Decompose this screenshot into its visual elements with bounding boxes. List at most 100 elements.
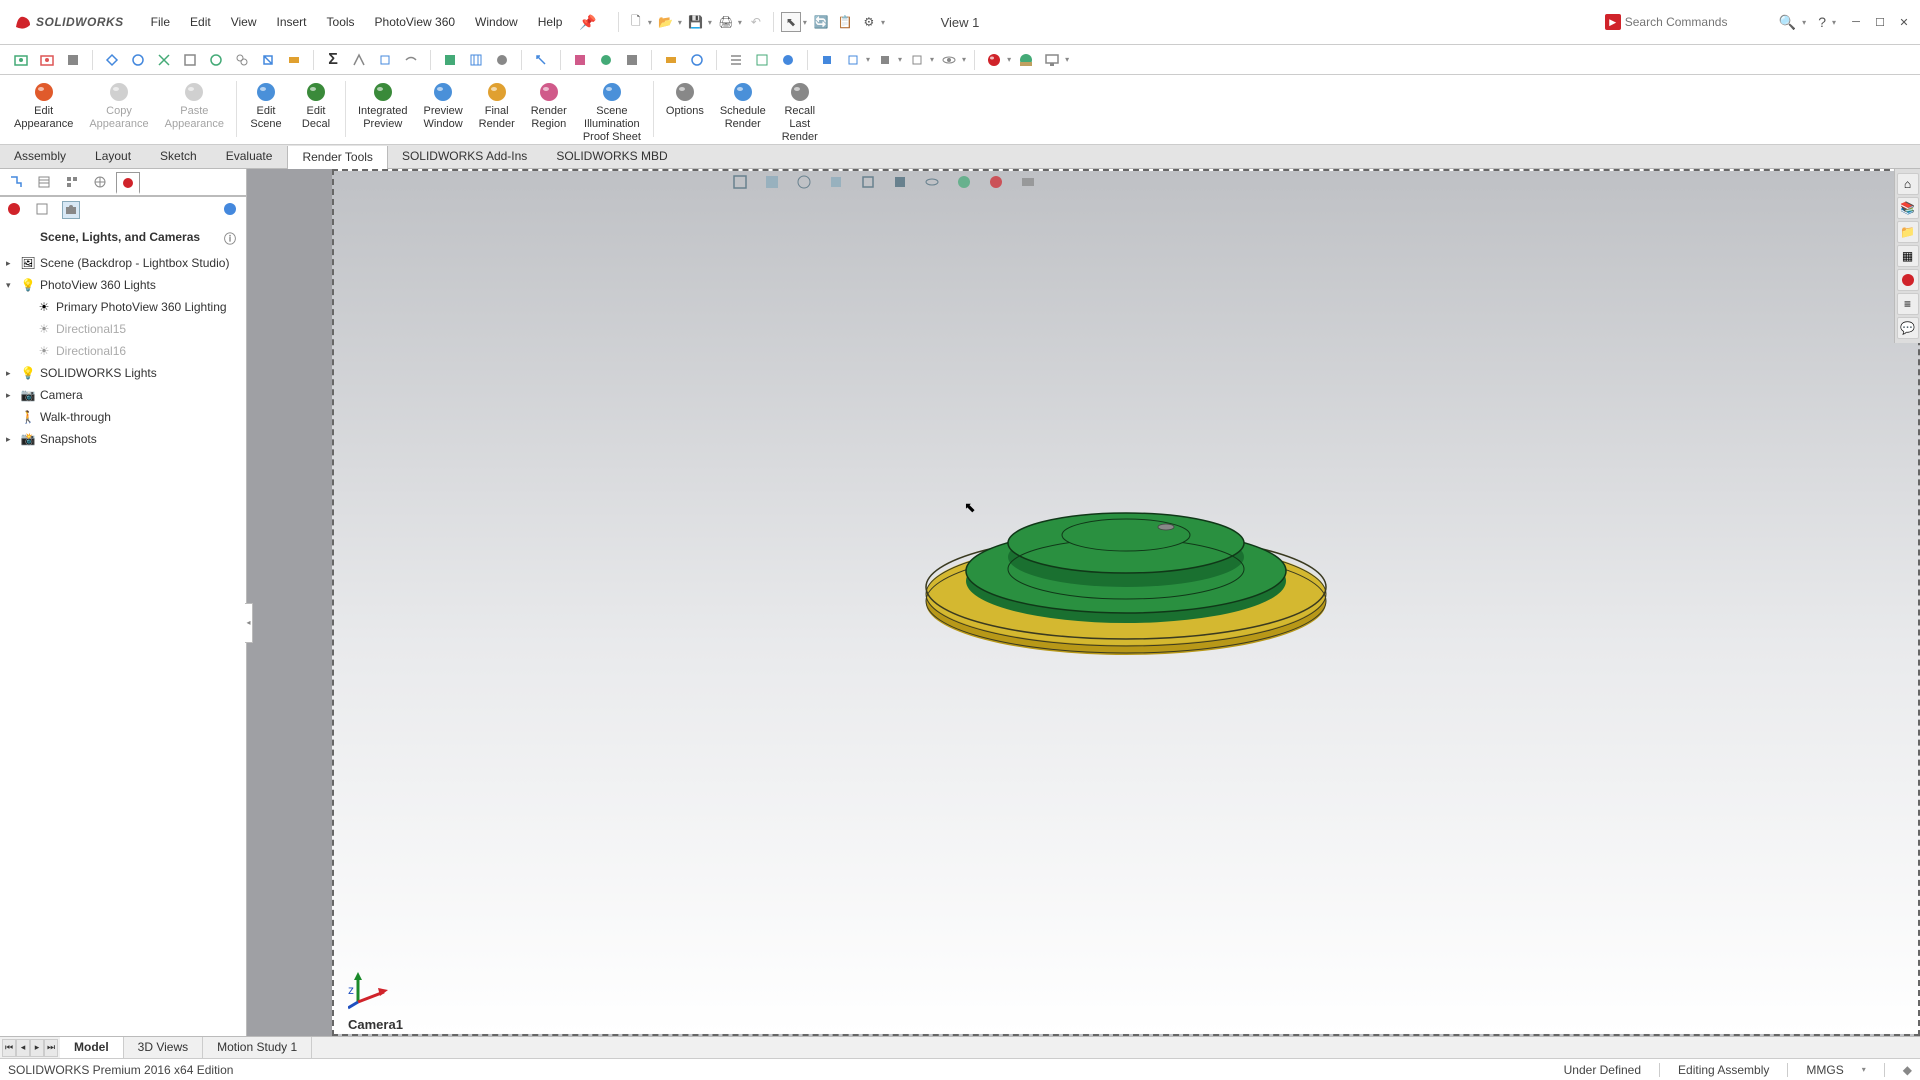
library-icon[interactable]: 📚 (1897, 197, 1919, 219)
ribbon-edit[interactable]: EditAppearance (6, 79, 81, 133)
tool-icon-24[interactable] (777, 49, 799, 71)
home-icon[interactable]: ⌂ (1897, 173, 1919, 195)
bottom-tab-model[interactable]: Model (60, 1037, 124, 1058)
edit-appearance-icon[interactable] (986, 172, 1006, 192)
tool-icon-1[interactable] (62, 49, 84, 71)
panel-help-icon[interactable]: ⓘ (224, 230, 236, 247)
ribbon-edit[interactable]: EditScene (241, 79, 291, 133)
view-settings-icon[interactable] (1018, 172, 1038, 192)
menu-file[interactable]: File (142, 11, 179, 33)
tab-prev-icon[interactable]: ◂ (16, 1039, 30, 1057)
tab-last-icon[interactable]: ⏭ (44, 1039, 58, 1057)
tree-item-camera[interactable]: ▸📷Camera (0, 384, 246, 406)
feature-tree-tab[interactable] (4, 171, 28, 193)
tool-icon-12[interactable] (400, 49, 422, 71)
ribbon-edit[interactable]: EditDecal (291, 79, 341, 133)
tool-icon-6[interactable] (205, 49, 227, 71)
tree-item-directional15[interactable]: ☀Directional15 (0, 318, 246, 340)
ribbon-recall[interactable]: RecallLastRender (774, 79, 826, 147)
settings-gear-icon[interactable]: ⚙ (859, 12, 879, 32)
tool-icon-18[interactable] (595, 49, 617, 71)
custom-props-icon[interactable]: ≡ (1897, 293, 1919, 315)
menu-insert[interactable]: Insert (268, 11, 316, 33)
help-icon[interactable]: ? (1818, 14, 1826, 30)
hide-show-icon[interactable] (922, 172, 942, 192)
view-orientation-icon[interactable] (858, 172, 878, 192)
ribbon-final[interactable]: FinalRender (471, 79, 523, 133)
display-manager-tab[interactable] (116, 172, 140, 194)
tab-assembly[interactable]: Assembly (0, 145, 81, 168)
menu-help[interactable]: Help (529, 11, 572, 33)
tool-icon-28[interactable] (906, 49, 928, 71)
eye-icon[interactable] (938, 49, 960, 71)
select-icon[interactable]: ⬉ (781, 12, 801, 32)
tool-icon-7[interactable] (231, 49, 253, 71)
ribbon-integrated[interactable]: IntegratedPreview (350, 79, 416, 133)
tab-solidworks-mbd[interactable]: SOLIDWORKS MBD (542, 145, 682, 168)
tab-next-icon[interactable]: ▸ (30, 1039, 44, 1057)
sigma-icon[interactable]: Σ (322, 49, 344, 71)
tool-icon-13[interactable] (439, 49, 461, 71)
scenes-cameras-icon[interactable] (62, 201, 80, 219)
tool-icon-21[interactable] (686, 49, 708, 71)
tab-sketch[interactable]: Sketch (146, 145, 212, 168)
tree-item-snapshots[interactable]: ▸📸Snapshots (0, 428, 246, 450)
panel-options-icon[interactable] (222, 201, 240, 219)
menu-view[interactable]: View (222, 11, 266, 33)
appearances-rail-icon[interactable] (1897, 269, 1919, 291)
record-icon[interactable] (36, 49, 58, 71)
tool-icon-14[interactable] (465, 49, 487, 71)
dimxpert-tab[interactable] (88, 171, 112, 193)
options-icon[interactable]: 📋 (835, 12, 855, 32)
scene-ball-icon[interactable] (1015, 49, 1037, 71)
ribbon-preview[interactable]: PreviewWindow (416, 79, 471, 133)
file-explorer-icon[interactable]: 📁 (1897, 221, 1919, 243)
tool-icon-23[interactable] (751, 49, 773, 71)
tool-icon-9[interactable] (283, 49, 305, 71)
viewport[interactable]: ⬉ z Camera1 (247, 169, 1920, 1036)
tree-item-scene-backdrop-lightbox-studio-[interactable]: ▸🖼Scene (Backdrop - Lightbox Studio) (0, 252, 246, 274)
tool-icon-10[interactable] (348, 49, 370, 71)
tool-icon-20[interactable] (660, 49, 682, 71)
menu-photoview-360[interactable]: PhotoView 360 (366, 11, 465, 33)
tool-icon-25[interactable] (816, 49, 838, 71)
section-view-icon[interactable] (826, 172, 846, 192)
forum-icon[interactable]: 💬 (1897, 317, 1919, 339)
display-icon[interactable] (1041, 49, 1063, 71)
view-palette-icon[interactable]: ▦ (1897, 245, 1919, 267)
tool-icon-19[interactable] (621, 49, 643, 71)
tab-evaluate[interactable]: Evaluate (212, 145, 288, 168)
open-document-icon[interactable]: 📂 (656, 12, 676, 32)
tab-solidworks-add-ins[interactable]: SOLIDWORKS Add-Ins (388, 145, 542, 168)
tool-icon-15[interactable] (491, 49, 513, 71)
menu-window[interactable]: Window (466, 11, 527, 33)
ribbon-scene[interactable]: SceneIlluminationProof Sheet (575, 79, 649, 147)
search-icon[interactable]: 🔍 (1779, 14, 1796, 31)
minimize-button[interactable]: ─ (1846, 13, 1866, 31)
new-document-icon[interactable]: 🗋 (626, 12, 646, 32)
screenshot-icon[interactable] (10, 49, 32, 71)
tree-item-primary-photoview-360-lighting[interactable]: ☀Primary PhotoView 360 Lighting (0, 296, 246, 318)
tool-icon-3[interactable] (127, 49, 149, 71)
undo-icon[interactable]: ↶ (746, 12, 766, 32)
tree-item-solidworks-lights[interactable]: ▸💡SOLIDWORKS Lights (0, 362, 246, 384)
save-icon[interactable]: 💾 (686, 12, 706, 32)
tool-icon-17[interactable] (569, 49, 591, 71)
tool-icon-22[interactable] (725, 49, 747, 71)
status-warnings-icon[interactable]: ◆ (1903, 1063, 1912, 1077)
tool-icon-11[interactable] (374, 49, 396, 71)
tool-icon-26[interactable] (842, 49, 864, 71)
tab-render-tools[interactable]: Render Tools (287, 146, 388, 169)
tool-icon-27[interactable] (874, 49, 896, 71)
property-manager-tab[interactable] (32, 171, 56, 193)
zoom-fit-icon[interactable] (730, 172, 750, 192)
tab-layout[interactable]: Layout (81, 145, 146, 168)
close-button[interactable]: ✕ (1894, 13, 1914, 31)
decals-icon[interactable] (34, 201, 52, 219)
ribbon-options[interactable]: Options (658, 79, 712, 120)
appearances-icon[interactable] (6, 201, 24, 219)
tool-icon-4[interactable] (153, 49, 175, 71)
tree-item-directional16[interactable]: ☀Directional16 (0, 340, 246, 362)
bottom-tab-3d-views[interactable]: 3D Views (124, 1037, 203, 1058)
bottom-tab-motion-study-1[interactable]: Motion Study 1 (203, 1037, 312, 1058)
